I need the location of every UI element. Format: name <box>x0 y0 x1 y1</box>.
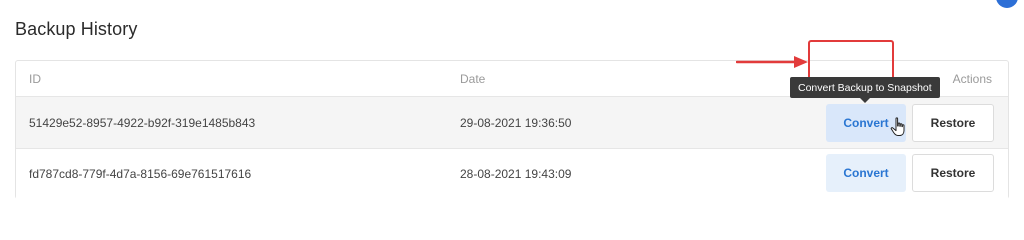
restore-button[interactable]: Restore <box>912 154 994 192</box>
column-header-date: Date <box>460 72 486 86</box>
convert-button[interactable]: Convert <box>826 154 906 192</box>
restore-button[interactable]: Restore <box>912 104 994 142</box>
page-title: Backup History <box>15 19 138 39</box>
column-header-actions: Actions <box>952 72 992 86</box>
hand-pointer-icon <box>890 117 905 136</box>
red-arrow-icon <box>736 56 808 68</box>
table-row: 51429e52-8957-4922-b92f-319e1485b843 29-… <box>16 97 1008 149</box>
column-header-id: ID <box>29 72 41 86</box>
backup-date: 28-08-2021 19:43:09 <box>460 167 572 181</box>
table-row: fd787cd8-779f-4d7a-8156-69e761517616 28-… <box>16 149 1008 199</box>
backup-id: fd787cd8-779f-4d7a-8156-69e761517616 <box>29 167 252 181</box>
convert-tooltip: Convert Backup to Snapshot <box>790 77 940 103</box>
avatar[interactable] <box>996 0 1018 8</box>
backup-history-page: Backup History ID Date Actions 51429e52-… <box>0 0 1024 215</box>
backup-date: 29-08-2021 19:36:50 <box>460 116 572 130</box>
backup-id: 51429e52-8957-4922-b92f-319e1485b843 <box>29 116 256 130</box>
